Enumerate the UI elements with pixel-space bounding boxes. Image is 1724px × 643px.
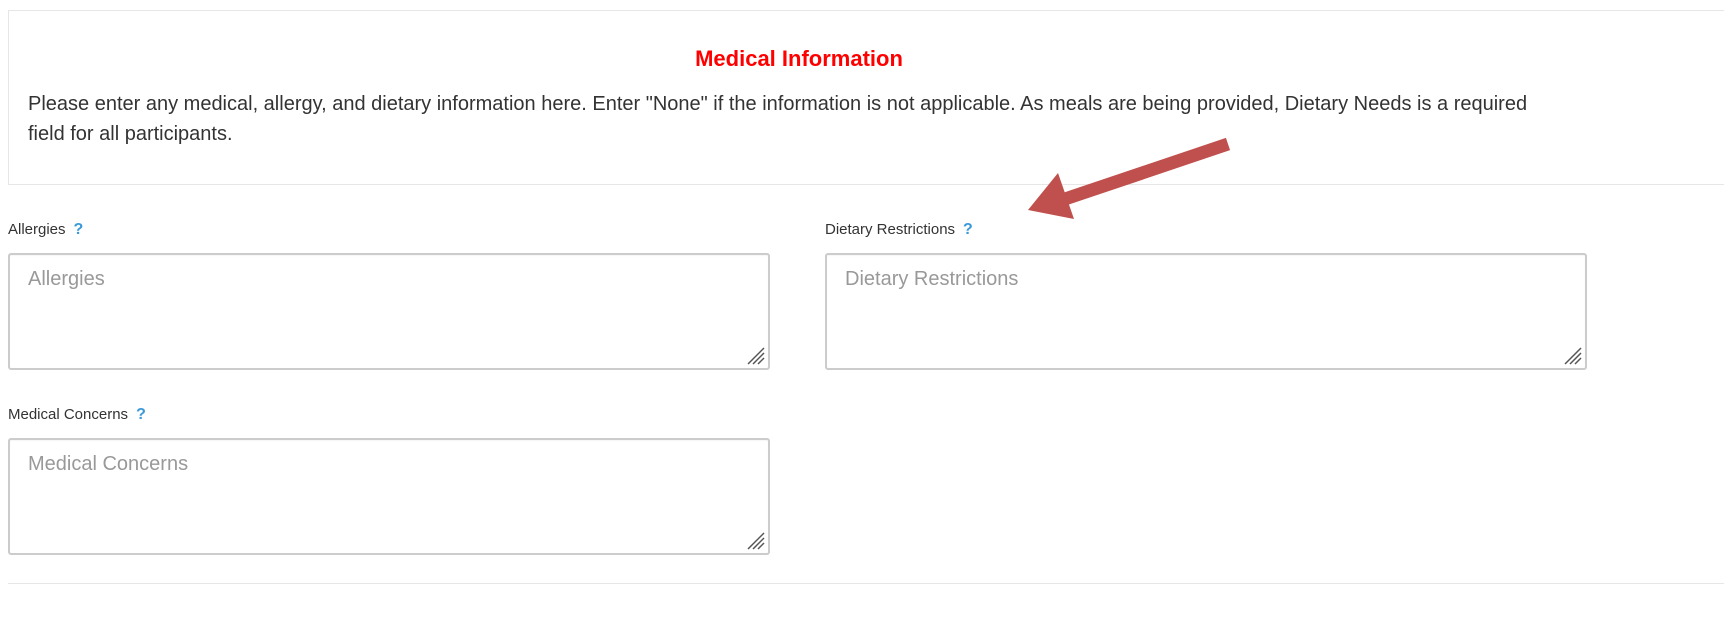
dietary-input[interactable]: [827, 255, 1585, 368]
medical-label-row: Medical Concerns?: [8, 406, 146, 424]
dietary-help-icon[interactable]: ?: [963, 221, 973, 239]
dietary-label-row: Dietary Restrictions?: [825, 221, 973, 239]
section-title: Medical Information: [695, 46, 903, 71]
medical-field: [8, 438, 770, 555]
allergies-field: [8, 253, 770, 370]
dietary-label: Dietary Restrictions: [825, 221, 956, 238]
resize-grip-icon[interactable]: [1559, 342, 1583, 366]
section-divider: [8, 583, 1724, 584]
medical-help-icon[interactable]: ?: [136, 406, 146, 424]
allergies-input[interactable]: [10, 255, 768, 368]
allergies-label-row: Allergies?: [8, 221, 83, 239]
resize-grip-icon[interactable]: [742, 342, 766, 366]
allergies-label: Allergies: [8, 221, 66, 238]
medical-info-panel: Medical Information Please enter any med…: [8, 10, 1724, 185]
dietary-field: [825, 253, 1587, 370]
allergies-help-icon[interactable]: ?: [74, 221, 84, 239]
medical-input[interactable]: [10, 440, 768, 553]
section-description: Please enter any medical, allergy, and d…: [28, 93, 1528, 145]
page: Medical Information Please enter any med…: [0, 0, 1724, 643]
medical-label: Medical Concerns: [8, 406, 129, 423]
red-arrow-annotation: [1028, 137, 1231, 219]
resize-grip-icon[interactable]: [742, 527, 766, 551]
